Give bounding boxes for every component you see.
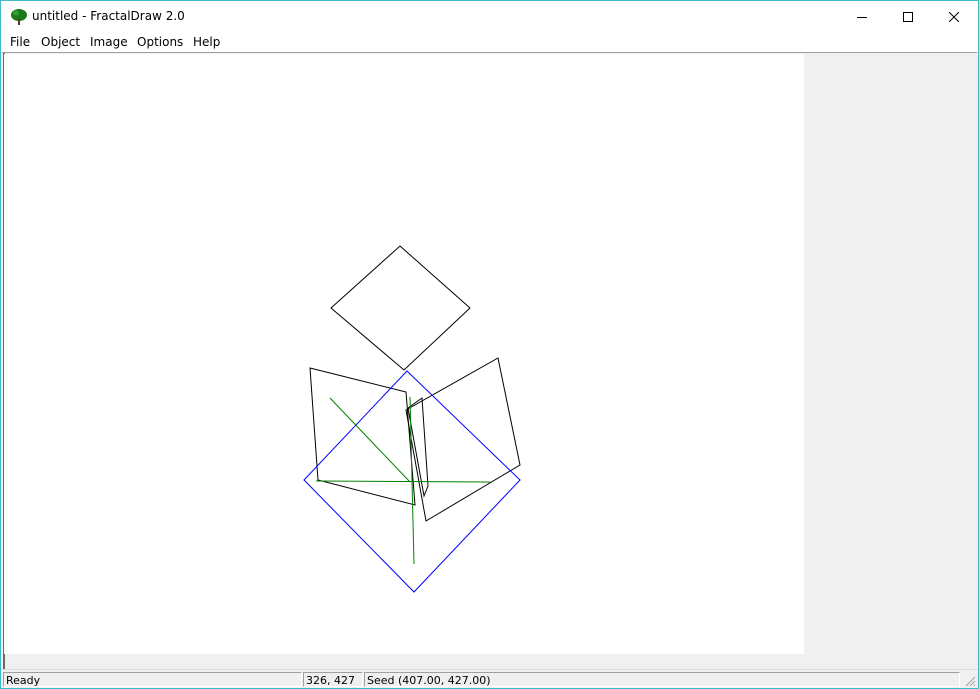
title-bar[interactable]: untitled - FractalDraw 2.0 — [1, 1, 978, 32]
fractal-shape-right[interactable] — [405, 357, 521, 522]
menu-image[interactable]: Image — [87, 35, 131, 49]
menu-options[interactable]: Options — [134, 35, 186, 49]
menu-bar: File Object Image Options Help — [1, 32, 978, 52]
maximize-button[interactable] — [885, 1, 931, 32]
axis-horizontal — [315, 480, 491, 483]
status-cursor-coords: 326, 427 — [303, 672, 363, 687]
tree-icon — [11, 9, 27, 25]
menu-object[interactable]: Object — [38, 35, 83, 49]
minimize-icon — [857, 16, 867, 18]
close-button[interactable] — [931, 1, 977, 32]
fractal-drawing — [303, 245, 521, 593]
fractal-shape-top[interactable] — [330, 245, 471, 371]
menu-file[interactable]: File — [7, 35, 33, 49]
close-icon — [949, 11, 959, 22]
window-title: untitled - FractalDraw 2.0 — [32, 9, 185, 23]
fractal-shape-left[interactable] — [309, 367, 416, 506]
status-seed: Seed (407.00, 427.00) — [364, 672, 960, 687]
canvas-scroll-area — [3, 53, 977, 669]
status-bar: Ready 326, 427 Seed (407.00, 427.00) — [1, 669, 978, 688]
status-message: Ready — [3, 672, 302, 687]
app-window: untitled - FractalDraw 2.0 File Object I… — [0, 0, 979, 689]
maximize-icon — [903, 11, 913, 22]
minimize-button[interactable] — [839, 1, 885, 32]
menu-help[interactable]: Help — [190, 35, 223, 49]
drawing-canvas[interactable] — [4, 54, 804, 654]
resize-grip-icon[interactable] — [964, 675, 976, 687]
